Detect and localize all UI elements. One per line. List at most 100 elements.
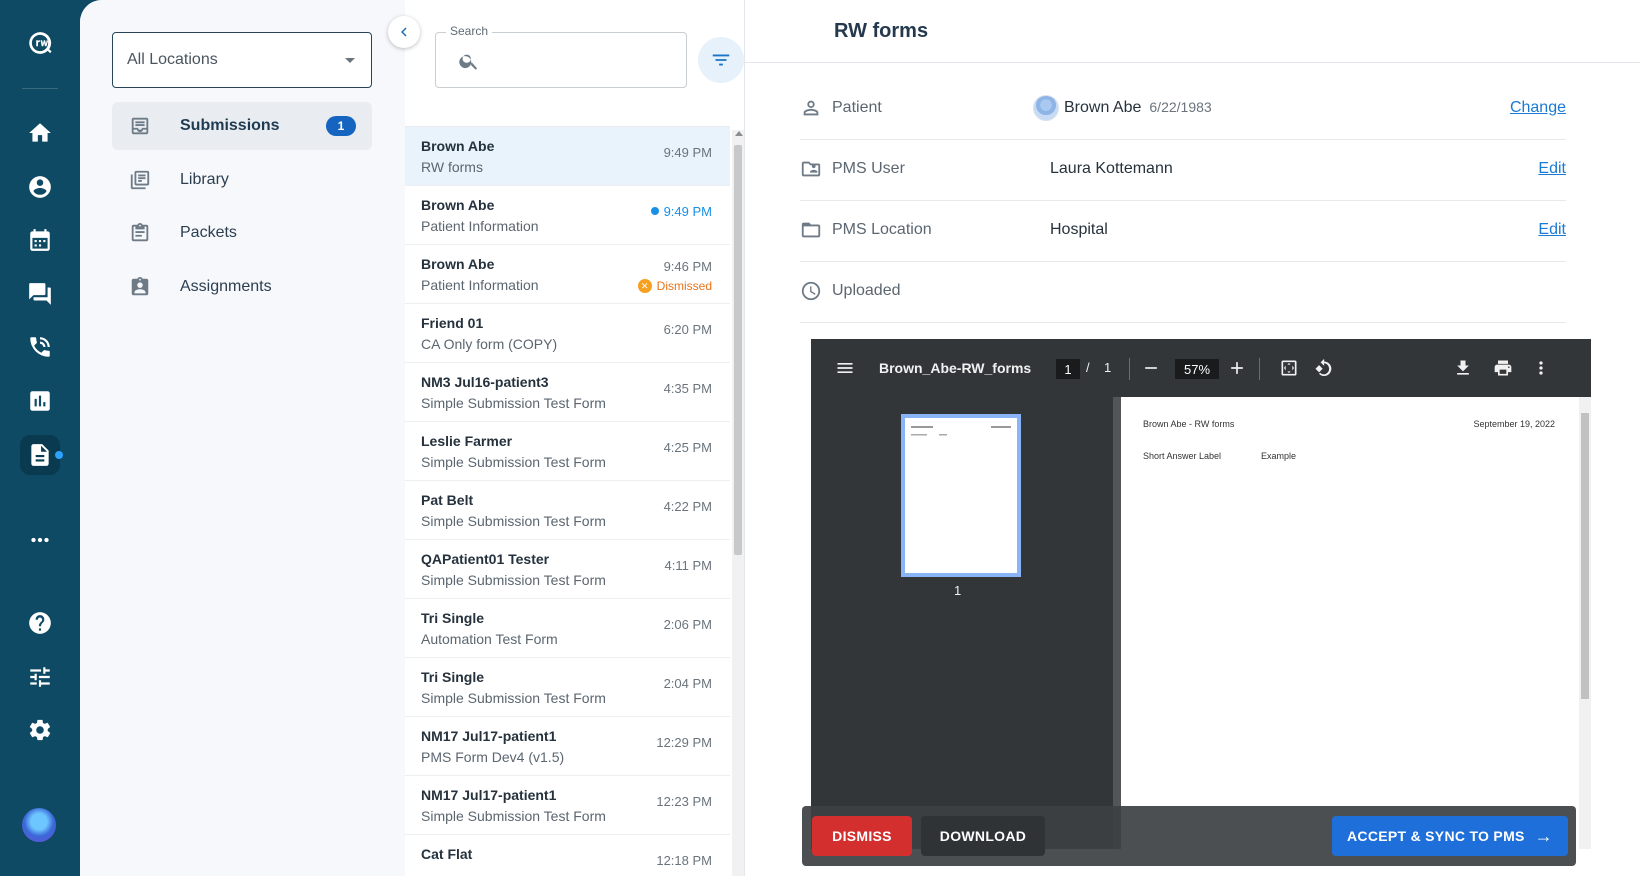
pdf-toolbar: Brown_Abe-RW_forms 1 / 1 57% [811,339,1591,397]
list-item[interactable]: Friend 01 CA Only form (COPY) 6:20 PM [405,304,730,363]
doc-field-label: Short Answer Label [1143,451,1222,461]
notification-dot [55,451,63,459]
list-item[interactable]: Brown Abe Patient Information 9:46 PM ✕ D… [405,245,730,304]
submission-patient: NM17 Jul17-patient1 [421,787,557,803]
list-item[interactable]: Tri Single Automation Test Form 2:06 PM [405,599,730,658]
nav-item-library[interactable]: Library [112,156,372,204]
download-button[interactable]: DOWNLOAD [921,816,1045,856]
submission-patient: Brown Abe [421,256,495,272]
more-vert-icon[interactable] [1529,356,1553,380]
thumbnail-preview [911,426,1011,436]
submission-time: 4:25 PM [663,440,712,455]
page-separator: / [1086,360,1090,375]
filter-icon [712,54,730,66]
list-item[interactable]: Pat Belt Simple Submission Test Form 4:2… [405,481,730,540]
page-number-input[interactable]: 1 [1056,359,1080,379]
dismiss-button[interactable]: DISMISS [812,816,912,856]
list-item[interactable]: Tri Single Simple Submission Test Form 2… [405,658,730,717]
submission-form: RW forms [421,159,483,175]
filter-button[interactable] [698,37,744,83]
nav-item-label: Submissions [180,117,280,134]
submission-patient: QAPatient01 Tester [421,551,550,567]
fit-page-icon[interactable] [1277,356,1301,380]
patient-row: Patient Brown Abe 6/22/1983 Change [800,79,1566,140]
sliders-icon[interactable] [20,657,60,697]
rotate-icon[interactable] [1311,356,1335,380]
submissions-list: Brown Abe RW forms 9:49 PM Brown Abe Pat… [405,126,730,876]
pms-user-row: PMS User Laura Kottemann Edit [800,140,1566,201]
list-item[interactable]: Cat Flat 12:18 PM [405,835,730,876]
submission-form: Patient Information [421,218,539,234]
settings-icon[interactable] [20,710,60,750]
pdf-filename: Brown_Abe-RW_forms [879,360,1032,376]
nav-item-assignments[interactable]: Assignments [112,263,372,311]
list-item[interactable]: Leslie Farmer Simple Submission Test For… [405,422,730,481]
submission-time: 9:46 PM [663,259,712,274]
submission-form: CA Only form (COPY) [421,336,558,352]
page-total: 1 [1104,360,1112,375]
user-avatar[interactable] [22,808,56,842]
submission-time: 2:06 PM [663,617,712,632]
page-title: RW forms [834,20,929,42]
accept-sync-button[interactable]: ACCEPT & SYNC TO PMS → [1332,816,1568,856]
calendar-icon[interactable] [20,220,60,260]
detail-header: RW forms [745,0,1640,63]
more-icon[interactable] [20,520,60,560]
list-item[interactable]: QAPatient01 Tester Simple Submission Tes… [405,540,730,599]
print-icon[interactable] [1491,356,1515,380]
edit-pms-location-link[interactable]: Edit [1538,221,1566,239]
collapse-nav-button[interactable] [388,16,420,48]
zoom-out-icon[interactable] [1139,356,1163,380]
list-item[interactable]: Brown Abe RW forms 9:49 PM [405,127,730,186]
location-select[interactable]: All Locations [112,32,372,88]
phone-icon[interactable] [20,327,60,367]
submission-time: 12:23 PM [656,794,712,809]
search-icon [458,50,480,72]
inbox-icon [128,114,152,138]
patient-avatar [1033,95,1059,121]
app-logo-icon[interactable] [20,23,60,63]
list-item[interactable]: NM3 Jul16-patient3 Simple Submission Tes… [405,363,730,422]
doc-field-value: Example [1261,451,1297,461]
unread-dot [650,207,659,215]
zoom-level-input[interactable]: 57% [1175,359,1219,379]
edit-pms-user-link[interactable]: Edit [1538,160,1566,178]
submission-time: 4:22 PM [663,499,712,514]
submission-time: 4:35 PM [663,381,712,396]
toolbar-divider [1129,358,1130,380]
rail-divider [22,88,58,89]
submission-time: 2:04 PM [663,676,712,691]
home-icon[interactable] [20,113,60,153]
nav-item-submissions[interactable]: Submissions 1 [112,102,372,150]
arrow-right-icon: → [1534,825,1553,846]
analytics-icon[interactable] [20,381,60,421]
scroll-up-arrow-icon[interactable] [735,131,743,136]
pdf-thumbnail-sidebar: 1 [811,397,1113,849]
zoom-in-icon[interactable] [1225,356,1249,380]
nav-item-packets[interactable]: Packets [112,209,372,257]
page-thumbnail[interactable] [901,414,1021,577]
submission-patient: Friend 01 [421,315,484,331]
list-item[interactable]: NM17 Jul17-patient1 PMS Form Dev4 (v1.5)… [405,717,730,776]
list-item[interactable]: NM17 Jul17-patient1 Simple Submission Te… [405,776,730,835]
list-item[interactable]: Brown Abe Patient Information 9:49 PM [405,186,730,245]
patient-value: Brown Abe 6/22/1983 [1064,99,1212,117]
download-icon[interactable] [1451,356,1475,380]
submission-time: 9:49 PM [663,204,712,219]
change-patient-link[interactable]: Change [1510,99,1566,117]
list-scrollbar-thumb[interactable] [734,145,742,555]
app-rail [0,0,80,876]
pms-user-value: Laura Kottemann [1050,160,1173,177]
library-icon [128,168,152,192]
forms-icon[interactable] [20,435,60,475]
accept-sync-label: ACCEPT & SYNC TO PMS [1347,828,1525,844]
search-input[interactable]: Search [435,24,687,88]
messages-icon[interactable] [20,274,60,314]
submission-patient: Brown Abe [421,138,495,154]
folder-icon [800,219,824,243]
submission-patient: Leslie Farmer [421,433,513,449]
help-icon[interactable] [20,603,60,643]
menu-icon[interactable] [833,356,857,380]
pdf-scrollbar-thumb[interactable] [1581,413,1589,699]
account-icon[interactable] [20,167,60,207]
